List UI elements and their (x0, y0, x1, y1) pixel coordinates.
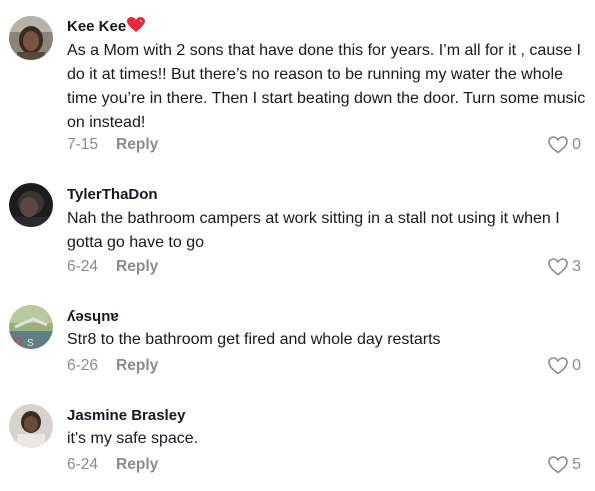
like-button[interactable]: 3 (548, 258, 581, 276)
heart-outline-icon (548, 456, 568, 474)
avatar[interactable] (9, 183, 53, 227)
reply-button[interactable]: Reply (116, 136, 158, 154)
comment-meta: 6-24 Reply (67, 258, 158, 276)
comment-text: Str8 to the bathroom get fired and whole… (67, 331, 441, 348)
comment-date: 7-15 (67, 136, 99, 153)
svg-text:S: S (27, 338, 34, 349)
heart-outline-icon (548, 258, 568, 276)
like-count: 3 (572, 258, 581, 275)
like-count: 5 (572, 456, 581, 473)
comment-author[interactable]: Kee Kee (67, 17, 146, 38)
like-button[interactable]: 0 (548, 136, 581, 154)
avatar[interactable]: Q S (9, 305, 53, 349)
comment-text: As a Mom with 2 sons that have done this… (67, 42, 586, 131)
like-count: 0 (572, 136, 581, 153)
comment-date: 6-26 (67, 357, 99, 374)
reply-button[interactable]: Reply (116, 258, 158, 276)
like-button[interactable]: 0 (548, 357, 581, 375)
author-name: Kee Kee (67, 18, 127, 35)
comment-date: 6-24 (67, 258, 99, 275)
avatar[interactable] (9, 404, 53, 448)
avatar[interactable] (9, 16, 53, 60)
svg-text:Q: Q (13, 335, 22, 349)
heart-outline-icon (548, 136, 568, 154)
like-button[interactable]: 5 (548, 456, 581, 474)
comment-author[interactable]: TylerThaDon (67, 186, 158, 204)
like-count: 0 (572, 357, 581, 374)
comment-text: Nah the bathroom campers at work sitting… (67, 210, 560, 251)
heart-badge-icon (127, 17, 146, 38)
comment-text: it's my safe space. (67, 430, 199, 447)
reply-button[interactable]: Reply (116, 456, 158, 474)
comment-author[interactable]: ʎǝsɥnɐ (67, 308, 119, 326)
comment-author[interactable]: Jasmine Brasley (67, 407, 185, 425)
comment-meta: 6-24 Reply (67, 456, 158, 474)
comment-date: 6-24 (67, 456, 99, 473)
reply-button[interactable]: Reply (116, 357, 158, 375)
heart-outline-icon (548, 357, 568, 375)
comment-meta: 7-15 Reply (67, 136, 158, 154)
comment-meta: 6-26 Reply (67, 357, 158, 375)
